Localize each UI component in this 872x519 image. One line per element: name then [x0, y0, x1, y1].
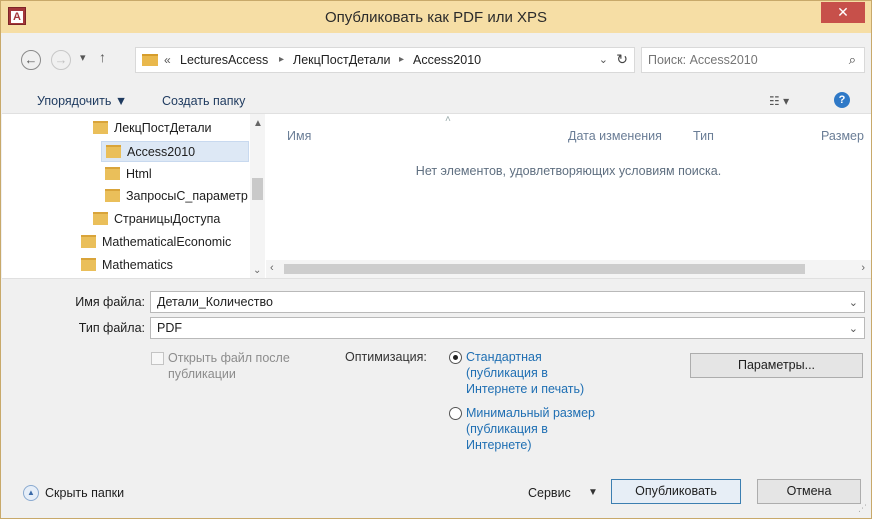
parameters-button[interactable]: Параметры... [690, 353, 863, 378]
tree-item-mathematicaleconomic[interactable]: MathematicalEconomic [81, 232, 231, 253]
breadcrumb-lekcpostdetali[interactable]: ЛекцПостДетали [293, 53, 391, 67]
empty-list-message: Нет элементов, удовлетворяющих условиям … [415, 164, 722, 178]
publish-button[interactable]: Опубликовать [611, 479, 741, 504]
tree-item-label: MathematicalEconomic [102, 235, 232, 249]
browser-panes: ЛекцПостДетали Access2010 Html ЗапросыС_… [2, 113, 871, 279]
cancel-button[interactable]: Отмена [757, 479, 861, 504]
tree-item-html[interactable]: Html [105, 164, 152, 185]
breadcrumb-separator-icon[interactable]: ▸ [279, 54, 284, 65]
address-folder-icon [142, 54, 158, 66]
address-bar[interactable]: « LecturesAccess ▸ ЛекцПостДетали ▸ Acce… [135, 47, 635, 73]
scroll-down-icon[interactable]: ⌄ [253, 265, 261, 276]
tools-dropdown-icon[interactable]: ▼ [588, 487, 598, 498]
organize-button[interactable]: Упорядочить ▼ [37, 94, 127, 108]
folder-icon [81, 258, 96, 271]
new-folder-button[interactable]: Создать папку [162, 94, 245, 108]
file-type-select[interactable]: PDF ⌄ [150, 317, 865, 339]
tree-item-label: Access2010 [127, 145, 196, 159]
tree-item-lekcpostdetali[interactable]: ЛекцПостДетали [93, 118, 212, 139]
file-name-label: Имя файла: [75, 295, 145, 309]
scroll-up-icon[interactable]: ▲ [253, 118, 263, 129]
file-type-value: PDF [157, 321, 182, 335]
breadcrumb-separator-icon[interactable]: ▸ [399, 54, 404, 65]
tree-scroll-thumb[interactable] [252, 178, 263, 200]
tools-button[interactable]: Сервис [528, 486, 571, 500]
tree-item-stranicy[interactable]: СтраницыДоступа [93, 209, 220, 230]
tree-scrollbar[interactable]: ▲ ⌄ [250, 114, 265, 278]
folder-tree: ЛекцПостДетали Access2010 Html ЗапросыС_… [2, 114, 266, 278]
folder-icon [93, 121, 108, 134]
column-header-size[interactable]: Размер [821, 129, 864, 143]
optimization-label: Оптимизация: [345, 350, 427, 364]
folder-icon [105, 167, 120, 180]
up-arrow-icon[interactable]: ↑ [99, 49, 106, 65]
tree-item-label: Mathematics [102, 258, 173, 272]
title-bar: A Опубликовать как PDF или XPS ✕ [1, 1, 871, 33]
open-after-publish-checkbox[interactable] [151, 352, 164, 365]
tree-item-label: ЛекцПостДетали [114, 121, 212, 135]
address-dropdown-icon[interactable]: ⌄ [599, 53, 608, 66]
sort-ascending-icon: ˄ [445, 114, 451, 125]
scroll-right-icon[interactable]: › [861, 262, 865, 274]
tree-item-label: СтраницыДоступа [114, 212, 221, 226]
view-options-icon[interactable]: ☷ ▾ [769, 94, 789, 108]
scroll-left-icon[interactable]: ‹ [270, 262, 274, 274]
publish-dialog: A Опубликовать как PDF или XPS ✕ ← → ▾ ↑… [0, 0, 872, 519]
search-icon[interactable]: ⌕ [849, 52, 856, 68]
address-prefix[interactable]: « [164, 53, 171, 67]
list-horizontal-scrollbar[interactable]: ‹ › [266, 260, 871, 278]
folder-icon [106, 145, 121, 158]
close-button[interactable]: ✕ [821, 2, 865, 23]
recent-locations-chevron-icon[interactable]: ▾ [80, 51, 86, 64]
breadcrumb-lecturesaccess[interactable]: LecturesAccess [180, 53, 268, 67]
tree-item-label: ЗапросыС_параметр [126, 189, 248, 203]
optimization-minimal-label[interactable]: Минимальный размер (публикация в Интерне… [466, 405, 606, 453]
tree-item-label: Html [126, 167, 152, 181]
file-list[interactable]: ˄ Имя Дата изменения Тип Размер Нет элем… [266, 114, 871, 278]
hide-folders-button[interactable]: Скрыть папки [45, 486, 124, 500]
folder-icon [93, 212, 108, 225]
file-name-field[interactable]: Детали_Количество ⌄ [150, 291, 865, 313]
file-type-label: Тип файла: [78, 321, 145, 335]
search-box[interactable]: ⌕ [641, 47, 865, 73]
open-after-publish-label: Открыть файл после публикации [168, 351, 290, 381]
resize-grip-icon[interactable]: ⋰ [858, 503, 867, 514]
help-icon[interactable]: ? [834, 92, 850, 108]
optimization-standard-radio[interactable] [449, 351, 462, 364]
back-arrow-icon[interactable]: ← [21, 50, 41, 70]
column-header-type[interactable]: Тип [693, 129, 714, 143]
column-header-name[interactable]: Имя [287, 129, 311, 143]
folder-icon [81, 235, 96, 248]
list-scroll-thumb[interactable] [284, 264, 805, 274]
forward-arrow-icon[interactable]: → [51, 50, 71, 70]
hide-folders-chevron-up-icon[interactable]: ▲ [23, 485, 39, 501]
file-name-value[interactable]: Детали_Количество [157, 295, 273, 309]
search-input[interactable] [648, 51, 828, 69]
tree-item-zaprosy[interactable]: ЗапросыС_параметр [105, 186, 250, 207]
tree-item-access2010[interactable]: Access2010 [101, 141, 249, 162]
chevron-down-icon[interactable]: ⌄ [849, 322, 858, 335]
chevron-down-icon[interactable]: ⌄ [849, 296, 858, 309]
refresh-icon[interactable]: ↻ [616, 51, 628, 68]
folder-icon [105, 189, 120, 202]
window-title: Опубликовать как PDF или XPS [324, 9, 548, 26]
column-header-date[interactable]: Дата изменения [568, 129, 662, 143]
optimization-standard-label[interactable]: Стандартная (публикация в Интернете и пе… [466, 349, 606, 397]
tree-item-mathematics[interactable]: Mathematics [81, 255, 173, 276]
breadcrumb-access2010[interactable]: Access2010 [413, 53, 481, 67]
optimization-minimal-radio[interactable] [449, 407, 462, 420]
